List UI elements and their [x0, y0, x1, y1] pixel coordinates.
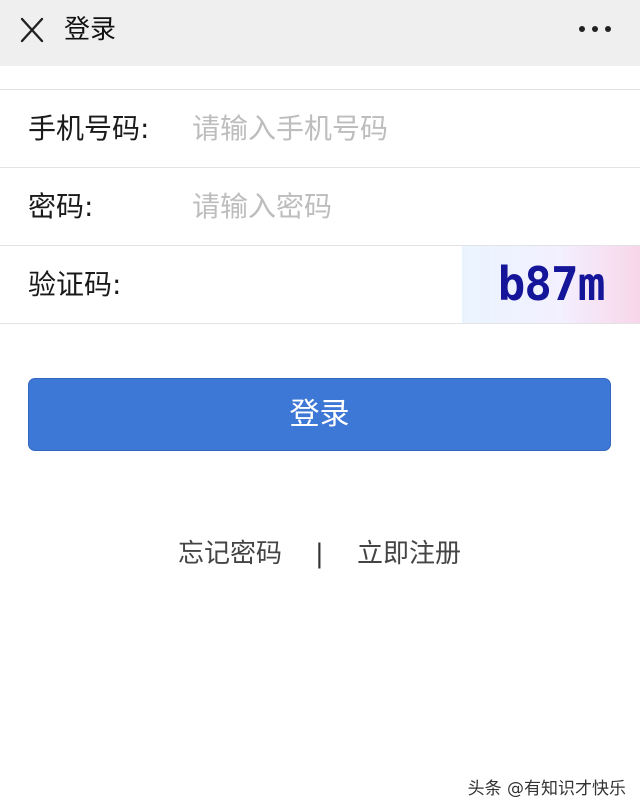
page-title: 登录 — [64, 15, 117, 45]
password-label: 密码: — [28, 190, 94, 223]
link-separator: | — [315, 539, 324, 569]
forgot-password-link[interactable]: 忘记密码 — [178, 532, 282, 576]
watermark: 头条 @有知识才快乐 — [467, 779, 626, 799]
captcha-code: b87m — [497, 257, 606, 311]
account-links: 忘记密码 | 立即注册 — [0, 532, 640, 576]
password-input[interactable] — [192, 184, 612, 228]
captcha-label: 验证码: — [28, 268, 122, 301]
phone-row: 手机号码: — [0, 90, 640, 168]
login-form: 手机号码: 密码: 验证码: b87m — [0, 89, 640, 324]
captcha-row: 验证码: b87m — [0, 246, 640, 324]
close-button[interactable] — [14, 13, 50, 49]
top-bar: 登录 — [0, 0, 640, 66]
captcha-input[interactable] — [192, 262, 442, 306]
password-row: 密码: — [0, 168, 640, 246]
more-horizontal-icon — [579, 26, 611, 32]
register-link[interactable]: 立即注册 — [357, 532, 461, 576]
phone-label: 手机号码: — [28, 112, 150, 145]
captcha-image[interactable]: b87m — [462, 246, 640, 323]
login-button[interactable]: 登录 — [28, 378, 611, 451]
more-button[interactable] — [572, 14, 618, 44]
close-icon — [20, 17, 44, 43]
phone-input[interactable] — [192, 106, 612, 150]
